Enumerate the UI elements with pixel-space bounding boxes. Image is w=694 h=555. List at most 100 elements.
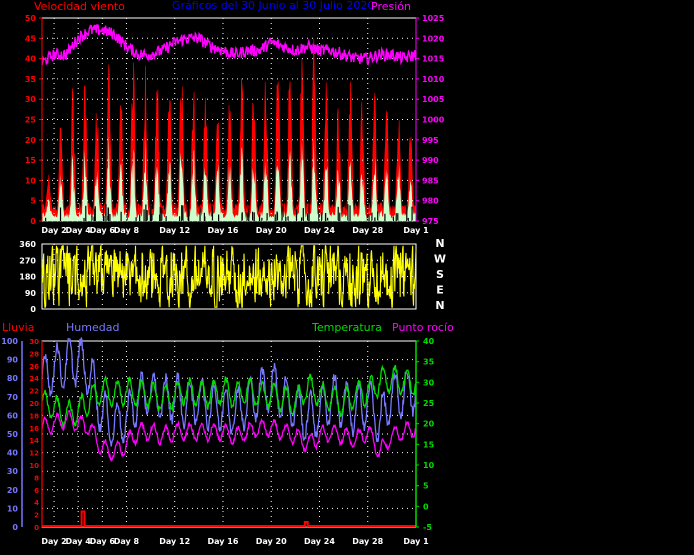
x-tick-label: Day 8 (114, 537, 140, 546)
compass-label: W (434, 253, 446, 266)
compass-label: N (435, 237, 444, 250)
weather-charts: Velocidad viento Gráficos del 30 Junio a… (1, 0, 454, 546)
y-tick-label: 985 (422, 176, 439, 185)
chart-title: Gráficos del 30 Junio al 30 Julio 2020 (172, 0, 374, 12)
x-tick-label: Day 24 (304, 537, 335, 546)
humidity-label: Humedad (66, 321, 119, 334)
x-tick-label: Day 1 (403, 226, 429, 235)
y-tick-label: 35 (423, 358, 435, 367)
y-tick-label: 40 (423, 337, 435, 346)
y-tick-label: 22 (29, 388, 39, 396)
x-tick-label: Day 28 (352, 226, 383, 235)
y-tick-label: 0 (12, 523, 18, 532)
y-tick-label: 100 (1, 337, 18, 346)
pressure-label: Presión (371, 0, 411, 13)
y-tick-label: 15 (25, 156, 37, 165)
y-tick-label: 1005 (422, 95, 445, 104)
y-tick-label: 30 (7, 467, 19, 476)
y-tick-label: 50 (7, 430, 19, 439)
x-tick-label: Day 16 (207, 226, 238, 235)
y-tick-label: 20 (423, 420, 435, 429)
y-tick-label: 14 (29, 437, 39, 445)
y-tick-label: 20 (25, 136, 37, 145)
y-tick-label: 1015 (422, 55, 445, 64)
x-tick-label: Day 6 (90, 226, 116, 235)
compass-label: E (436, 284, 444, 297)
x-tick-label: Day 1 (403, 537, 429, 546)
compass-label: N (435, 299, 444, 312)
y-tick-label: 975 (422, 217, 439, 226)
y-tick-label: 70 (7, 393, 19, 402)
y-tick-label: 1025 (422, 14, 445, 23)
y-tick-label: 8 (34, 474, 39, 482)
x-tick-label: Day 16 (207, 537, 238, 546)
y-tick-label: 5 (30, 197, 36, 206)
y-tick-label: 28 (29, 350, 39, 358)
y-tick-label: 4 (34, 499, 39, 507)
y-tick-label: 30 (29, 338, 39, 346)
y-tick-label: 90 (25, 289, 37, 298)
y-tick-label: 25 (423, 399, 435, 408)
y-tick-label: 25 (25, 116, 37, 125)
y-tick-label: 50 (25, 14, 37, 23)
y-tick-label: 20 (7, 486, 19, 495)
y-tick-label: 26 (29, 363, 39, 371)
y-tick-label: 0 (30, 217, 36, 226)
wind-speed-label: Velocidad viento (34, 0, 125, 13)
y-tick-label: 5 (423, 482, 429, 491)
x-tick-label: Day 2 (41, 226, 66, 235)
x-tick-label: Day 20 (256, 226, 287, 235)
x-tick-label: Day 4 (66, 226, 92, 235)
y-tick-label: 40 (7, 449, 19, 458)
humidity-temperature-chart: 0102030405060708090100024681012141618202… (1, 337, 434, 546)
y-tick-label: 30 (25, 95, 37, 104)
y-tick-label: 995 (422, 136, 439, 145)
wind-direction-chart: 090180270360 NWSEN (19, 237, 446, 314)
y-tick-label: 6 (34, 487, 39, 495)
y-tick-label: 35 (25, 75, 37, 84)
x-tick-label: Day 4 (66, 537, 92, 546)
y-tick-label: 1020 (422, 34, 445, 43)
y-tick-label: 0 (30, 305, 36, 314)
y-tick-label: 10 (25, 176, 37, 185)
x-tick-label: Day 20 (256, 537, 287, 546)
y-tick-label: 24 (29, 375, 39, 383)
y-tick-label: 15 (423, 440, 435, 449)
y-tick-label: 80 (7, 374, 19, 383)
y-tick-label: 20 (29, 400, 39, 408)
y-tick-label: 360 (19, 240, 36, 249)
compass-label: S (436, 268, 444, 281)
rain-label: Lluvia (2, 321, 34, 334)
x-tick-label: Day 12 (159, 226, 190, 235)
dew-point-label: Punto rocío (392, 321, 454, 334)
y-tick-label: 18 (29, 412, 39, 420)
y-tick-label: 16 (29, 425, 39, 433)
y-tick-label: 270 (19, 256, 36, 265)
y-tick-label: 45 (25, 34, 37, 43)
y-tick-label: 1010 (422, 75, 445, 84)
y-tick-label: 12 (29, 450, 39, 458)
x-tick-label: Day 28 (352, 537, 383, 546)
x-tick-label: Day 2 (41, 537, 66, 546)
y-tick-label: -5 (423, 523, 432, 532)
y-tick-label: 1000 (422, 116, 445, 125)
y-tick-label: 10 (7, 504, 19, 513)
y-tick-label: 10 (423, 461, 435, 470)
y-tick-label: 980 (422, 197, 439, 206)
y-tick-label: 0 (34, 524, 39, 532)
x-tick-label: Day 8 (114, 226, 140, 235)
y-tick-label: 0 (423, 502, 429, 511)
wind-pressure-chart: 0510152025303540455097598098599099510001… (25, 14, 445, 235)
y-tick-label: 30 (423, 378, 435, 387)
temperature-label: Temperatura (311, 321, 382, 334)
y-tick-label: 90 (7, 356, 19, 365)
y-tick-label: 60 (7, 411, 19, 420)
y-tick-label: 990 (422, 156, 439, 165)
y-tick-label: 40 (25, 55, 37, 64)
y-tick-label: 2 (34, 512, 39, 520)
x-tick-label: Day 12 (159, 537, 190, 546)
x-tick-label: Day 6 (90, 537, 116, 546)
y-tick-label: 180 (19, 273, 36, 282)
y-tick-label: 10 (29, 462, 39, 470)
x-tick-label: Day 24 (304, 226, 335, 235)
